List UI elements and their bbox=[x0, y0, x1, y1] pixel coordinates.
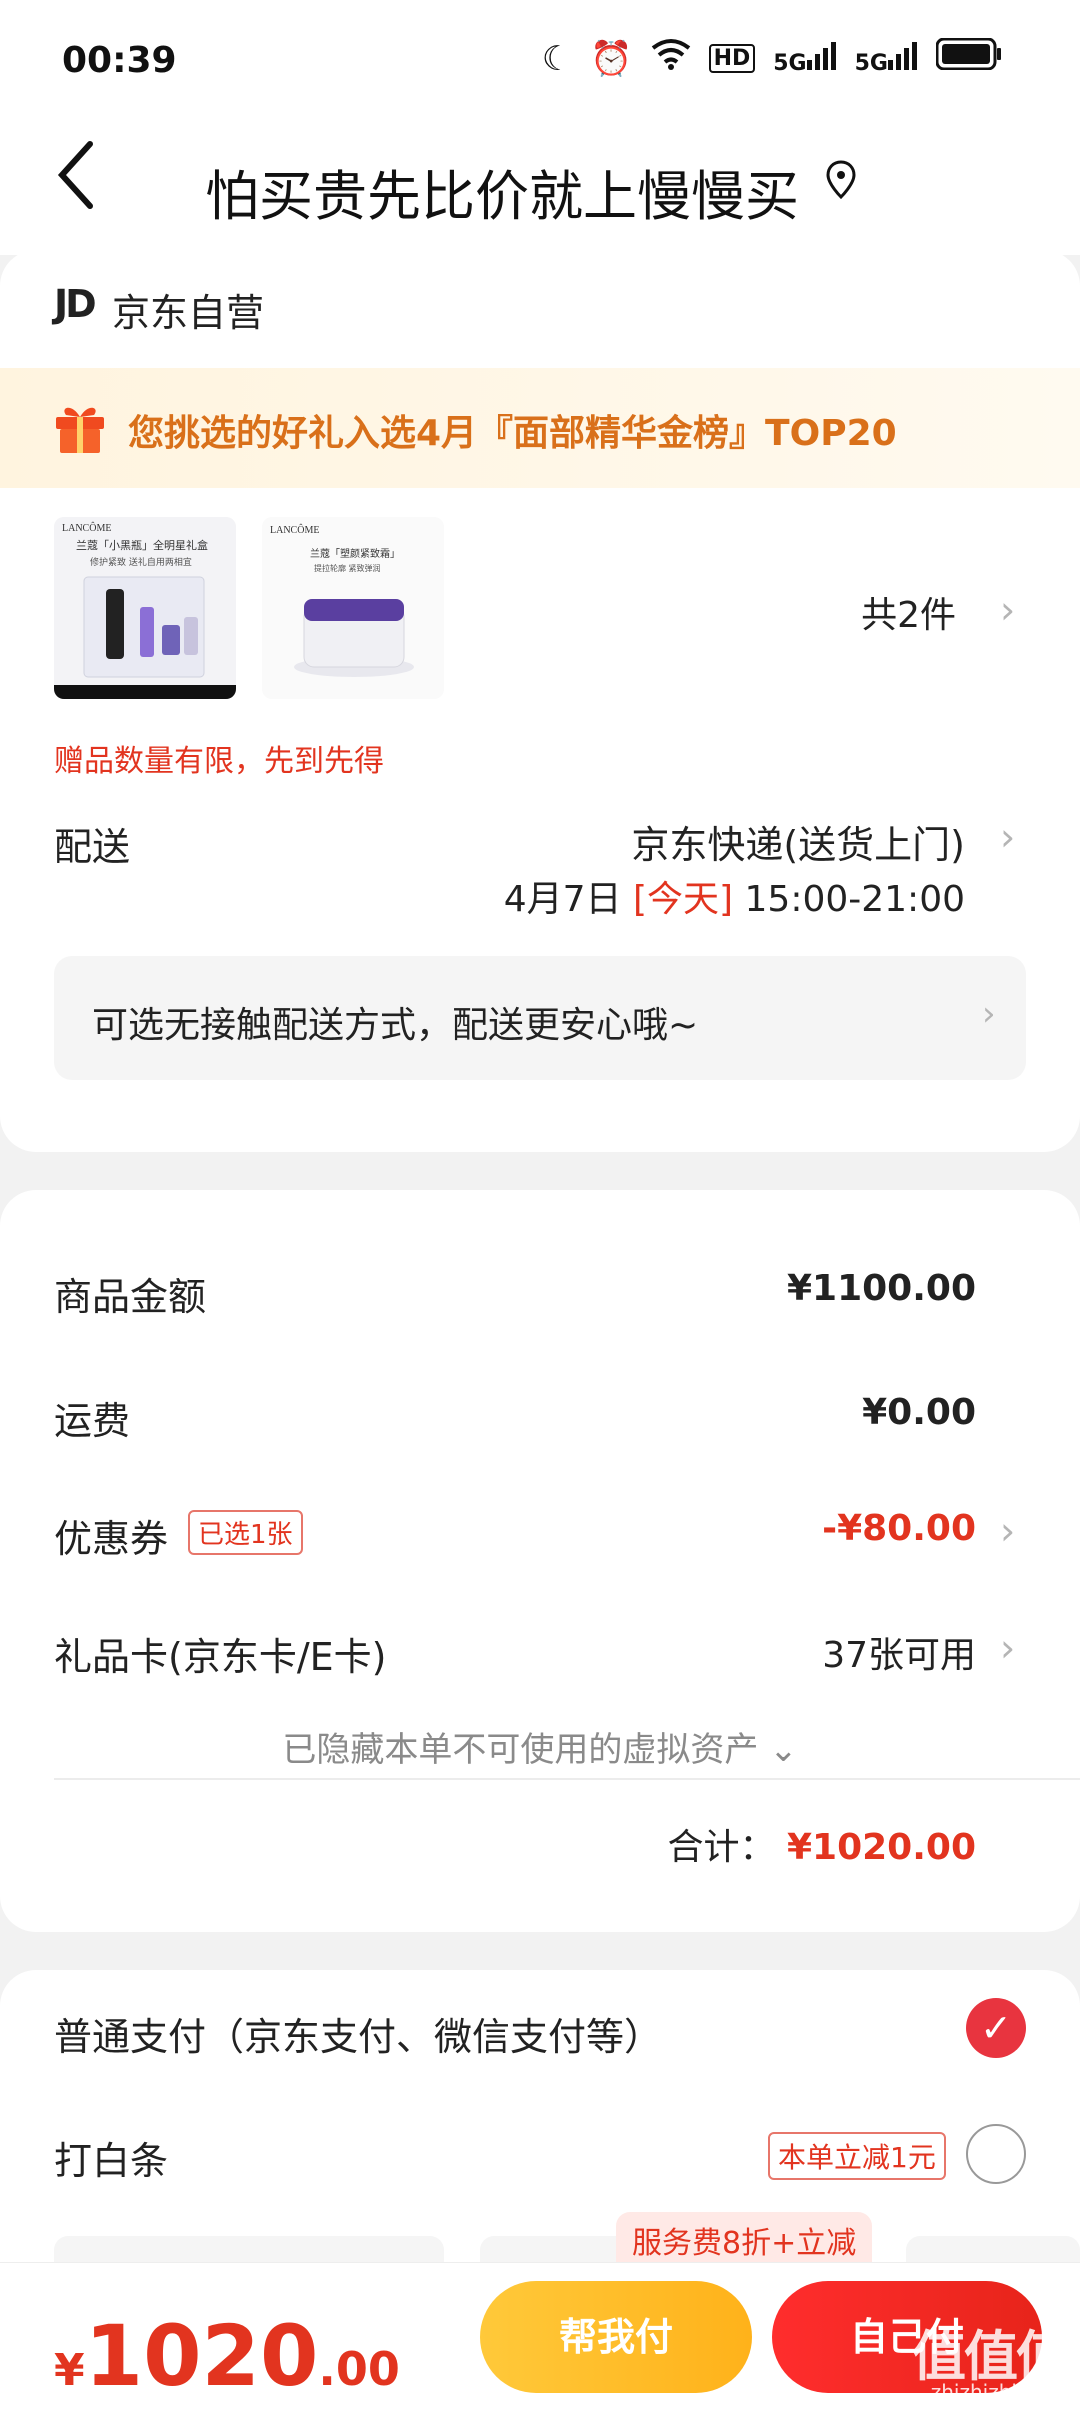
hd-icon: HD bbox=[708, 44, 756, 73]
delivery-today: [今天] bbox=[632, 879, 734, 920]
total-row: 合计： ¥1020.00 bbox=[668, 1818, 977, 1870]
hidden-assets-toggle[interactable]: 已隐藏本单不可使用的虚拟资产 ⌄ bbox=[0, 1722, 1080, 1771]
checked-icon[interactable]: ✓ bbox=[966, 1998, 1026, 2058]
nav-bar: 怕买贵先比价就上慢慢买 bbox=[0, 120, 1080, 255]
battery-icon bbox=[935, 37, 1002, 79]
goods-amount-label: 商品金额 bbox=[54, 1275, 207, 1319]
baitiao-label[interactable]: 打白条 bbox=[54, 2130, 168, 2185]
chevron-right-icon: › bbox=[982, 994, 996, 1034]
coupon-badge: 已选1张 bbox=[188, 1510, 303, 1555]
coupon-label[interactable]: 优惠券 bbox=[54, 1508, 168, 1563]
svg-text:兰蔻「小黑瓶」全明星礼盒: 兰蔻「小黑瓶」全明星礼盒 bbox=[76, 538, 208, 552]
bottom-price: ¥1020.00 bbox=[54, 2307, 400, 2405]
wifi-icon bbox=[651, 38, 691, 79]
location-pin-icon[interactable] bbox=[826, 160, 856, 210]
baitiao-promo-badge: 本单立减1元 bbox=[768, 2132, 946, 2180]
help-pay-button[interactable]: 帮我付 bbox=[480, 2281, 752, 2393]
total-label: 合计： bbox=[667, 1827, 776, 1868]
back-chevron-icon[interactable] bbox=[56, 140, 96, 223]
delivery-date: 4月7日 bbox=[503, 879, 622, 920]
delivery-window: 15:00-21:00 bbox=[744, 879, 965, 920]
svg-text:LANCÔME: LANCÔME bbox=[270, 524, 319, 536]
shipping-fee-label: 运费 bbox=[54, 1399, 131, 1443]
delivery-method[interactable]: 京东快递(送货上门) bbox=[631, 814, 965, 869]
banner-text: 您挑选的好礼入选4月『面部精华金榜』TOP20 bbox=[128, 413, 897, 454]
gift-note: 赠品数量有限，先到先得 bbox=[54, 744, 384, 779]
gift-icon bbox=[52, 399, 108, 455]
status-bar: 00:39 ☾ ⏰ HD 5G 5G bbox=[0, 0, 1080, 120]
product-thumbnail[interactable]: LANCÔME 兰蔻「塑颜紧致霜」 提拉轮廓 紧致弹润 bbox=[262, 517, 444, 699]
gift-card-label[interactable]: 礼品卡(京东卡/E卡) bbox=[54, 1626, 386, 1681]
item-count[interactable]: 共2件 bbox=[861, 586, 956, 638]
svg-text:提拉轮廓 紧致弹润: 提拉轮廓 紧致弹润 bbox=[314, 563, 381, 573]
price-decimal: .00 bbox=[318, 2342, 400, 2396]
jd-logo: JD bbox=[54, 282, 97, 326]
chevron-right-icon[interactable]: › bbox=[1000, 1509, 1015, 1553]
status-icons: ☾ ⏰ HD 5G 5G bbox=[541, 37, 1002, 79]
service-fee-tag: 服务费8折+立减 bbox=[616, 2212, 873, 2268]
divider bbox=[54, 1778, 1080, 1780]
normal-payment-label[interactable]: 普通支付（京东支付、微信支付等） bbox=[54, 2006, 662, 2061]
alarm-icon: ⏰ bbox=[590, 38, 633, 79]
shipping-fee-value: ¥0.00 bbox=[862, 1392, 976, 1433]
delivery-time[interactable]: 4月7日 [今天] 15:00-21:00 bbox=[504, 870, 965, 922]
product-thumbnail[interactable]: LANCÔME 兰蔻「小黑瓶」全明星礼盒 修护紧致 送礼自用两相宜 bbox=[54, 517, 236, 699]
unchecked-radio[interactable] bbox=[966, 2124, 1026, 2184]
watermark-url: zhizhizhi.com bbox=[930, 2380, 1066, 2404]
svg-text:兰蔻「塑颜紧致霜」: 兰蔻「塑颜紧致霜」 bbox=[310, 547, 400, 560]
contactless-text: 可选无接触配送方式，配送更安心哦~ bbox=[92, 1005, 699, 1046]
chevron-right-icon[interactable]: › bbox=[1000, 588, 1015, 632]
moon-icon: ☾ bbox=[541, 38, 573, 79]
chevron-right-icon[interactable]: › bbox=[1000, 1626, 1015, 1670]
shop-name[interactable]: 京东自营 bbox=[112, 282, 264, 337]
signal-5g-icon: 5G bbox=[855, 39, 918, 79]
chevron-right-icon[interactable]: › bbox=[1000, 815, 1015, 859]
contactless-delivery-option[interactable]: 可选无接触配送方式，配送更安心哦~ › bbox=[54, 956, 1026, 1080]
currency-symbol: ¥ bbox=[54, 2345, 85, 2396]
delivery-label: 配送 bbox=[54, 825, 131, 869]
signal-5g-icon: 5G bbox=[773, 39, 836, 79]
coupon-value[interactable]: -¥80.00 bbox=[822, 1508, 976, 1549]
svg-text:修护紧致 送礼自用两相宜: 修护紧致 送礼自用两相宜 bbox=[90, 556, 192, 568]
status-time: 00:39 bbox=[62, 40, 177, 81]
total-value: ¥1020.00 bbox=[786, 1827, 976, 1868]
gift-card-value[interactable]: 37张可用 bbox=[822, 1626, 976, 1678]
svg-text:LANCÔME: LANCÔME bbox=[62, 522, 111, 534]
page-title: 怕买贵先比价就上慢慢买 bbox=[205, 165, 799, 228]
price-integer: 1020 bbox=[84, 2307, 319, 2405]
goods-amount-value: ¥1100.00 bbox=[786, 1268, 976, 1309]
